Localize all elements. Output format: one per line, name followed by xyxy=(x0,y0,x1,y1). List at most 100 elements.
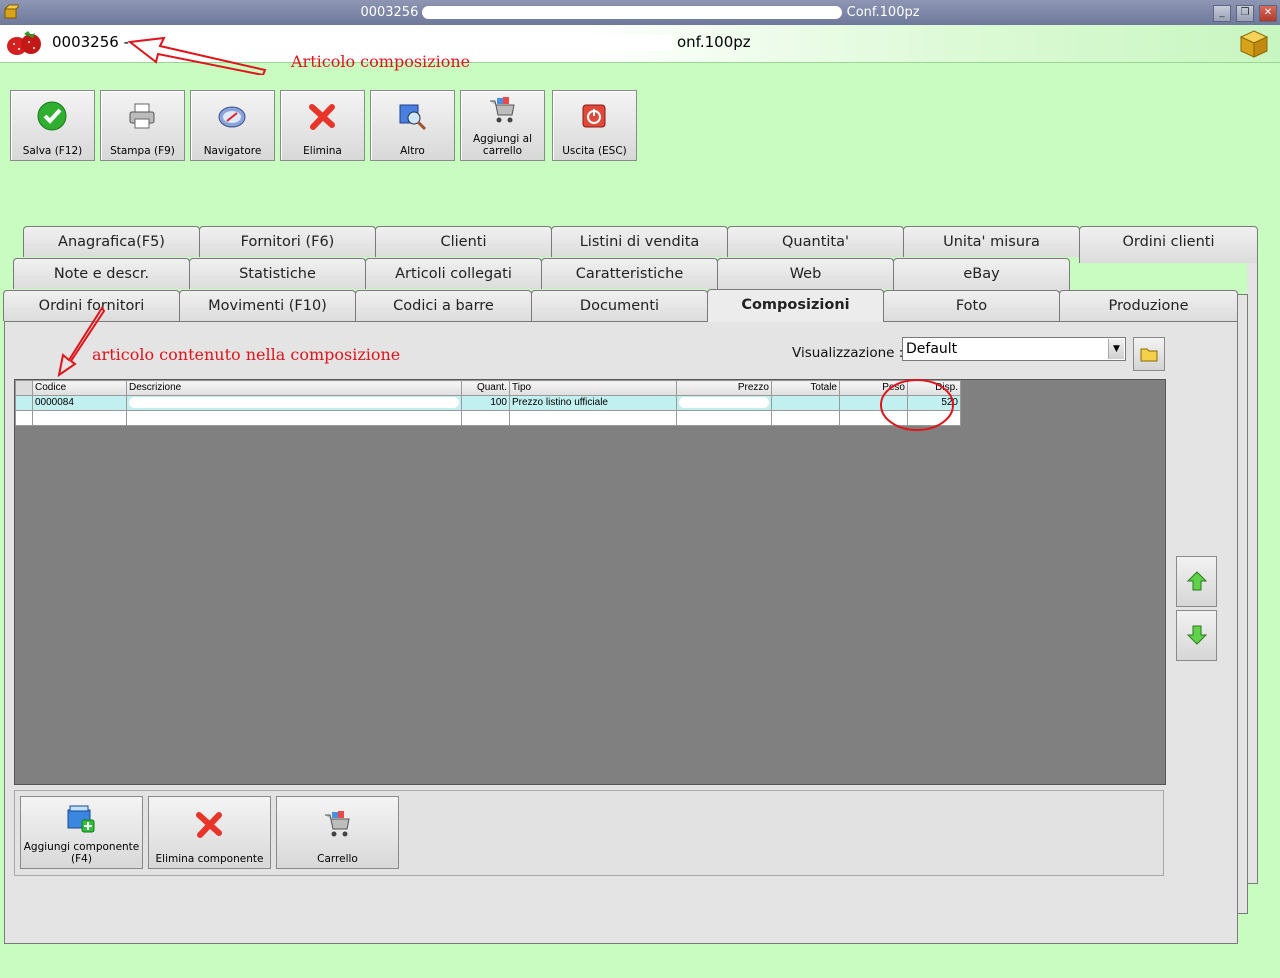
move-down-button[interactable] xyxy=(1176,610,1217,661)
navigator-label: Navigatore xyxy=(203,145,262,157)
row-header-corner xyxy=(15,380,33,396)
cell-empty[interactable] xyxy=(461,410,510,426)
composition-grid[interactable]: Codice Descrizione Quant. Tipo Prezzo To… xyxy=(14,379,1166,785)
redacted-prices xyxy=(679,396,769,408)
cart-icon xyxy=(490,97,515,123)
tab-quantita[interactable]: Quantita' xyxy=(727,226,904,257)
tab-foto[interactable]: Foto xyxy=(883,290,1060,321)
annotation-arrow-top xyxy=(127,36,267,75)
cell-empty[interactable] xyxy=(771,410,840,426)
delete-component-button[interactable]: Elimina componente xyxy=(148,796,271,869)
cell-totale[interactable] xyxy=(771,395,840,411)
minimize-button[interactable]: _ xyxy=(1213,5,1231,22)
cart-label: Carrello xyxy=(317,853,358,865)
view-label: Visualizzazione : xyxy=(792,345,904,361)
cell-prezzo[interactable] xyxy=(676,395,772,411)
add-component-button[interactable]: Aggiungi componente (F4) xyxy=(20,796,143,869)
article-suffix: onf.100pz xyxy=(677,33,751,51)
delete-component-label: Elimina componente xyxy=(155,853,264,865)
redacted-title xyxy=(422,6,843,19)
checkmark-icon xyxy=(37,101,67,131)
annotation-arrow-grid xyxy=(57,306,106,377)
tab-composizioni[interactable]: Composizioni xyxy=(707,289,884,322)
tab-codici-barre[interactable]: Codici a barre xyxy=(355,290,532,321)
tab-note-descr[interactable]: Note e descr. xyxy=(13,258,190,289)
tab-caratteristiche[interactable]: Caratteristiche xyxy=(541,258,718,289)
cell-descrizione[interactable] xyxy=(126,395,462,411)
tab-articoli-collegati[interactable]: Articoli collegati xyxy=(365,258,542,289)
exit-label: Uscita (ESC) xyxy=(562,145,627,157)
composition-table: Codice Descrizione Quant. Tipo Prezzo To… xyxy=(15,380,961,426)
add-to-cart-button[interactable]: Aggiungi al carrello xyxy=(460,90,545,161)
window-titlebar: 0003256 Conf.100pz _ ❐ ✕ xyxy=(0,0,1280,25)
arrow-up-icon xyxy=(1187,571,1207,591)
folder-button[interactable] xyxy=(1133,337,1165,371)
annotation-articolo-contenuto: articolo contenuto nella composizione xyxy=(92,345,401,364)
col-quant[interactable]: Quant. xyxy=(461,380,510,396)
restore-button[interactable]: ❐ xyxy=(1236,5,1254,22)
cell-empty[interactable] xyxy=(32,410,127,426)
annotation-circle-disp xyxy=(880,379,954,431)
arrow-down-icon xyxy=(1187,625,1207,645)
power-icon xyxy=(582,104,606,128)
table-header-row: Codice Descrizione Quant. Tipo Prezzo To… xyxy=(15,380,961,396)
tab-unita-misura[interactable]: Unita' misura xyxy=(903,226,1080,257)
cell-empty[interactable] xyxy=(509,410,677,426)
add-component-icon xyxy=(67,805,95,833)
strawberry-icon xyxy=(7,31,41,55)
panel-stack-edge xyxy=(1247,262,1258,884)
tab-web[interactable]: Web xyxy=(717,258,894,289)
print-button[interactable]: Stampa (F9) xyxy=(100,90,185,161)
col-codice[interactable]: Codice xyxy=(32,380,127,396)
redacted-description xyxy=(129,396,459,408)
cell-quant[interactable]: 100 xyxy=(461,395,510,411)
add-to-cart-label: Aggiungi al carrello xyxy=(472,133,532,157)
delete-label: Elimina xyxy=(303,145,342,157)
col-prezzo[interactable]: Prezzo xyxy=(676,380,772,396)
tab-listini-vendita[interactable]: Listini di vendita xyxy=(551,226,728,257)
close-button[interactable]: ✕ xyxy=(1259,5,1277,22)
tab-fornitori[interactable]: Fornitori (F6) xyxy=(199,226,376,257)
view-select[interactable]: Default ▼ xyxy=(902,337,1126,361)
window-title: 0003256 Conf.100pz xyxy=(360,5,920,20)
package-icon xyxy=(1239,30,1269,58)
other-button[interactable]: Altro xyxy=(370,90,455,161)
navigator-button[interactable]: Navigatore xyxy=(190,90,275,161)
col-totale[interactable]: Totale xyxy=(771,380,840,396)
save-button[interactable]: Salva (F12) xyxy=(10,90,95,161)
cell-tipo[interactable]: Prezzo listino ufficiale xyxy=(509,395,677,411)
chevron-down-icon[interactable]: ▼ xyxy=(1108,339,1124,359)
red-x-icon xyxy=(196,812,222,838)
view-selected-value: Default xyxy=(906,341,958,357)
cell-codice[interactable]: 0000084 xyxy=(32,395,127,411)
move-up-button[interactable] xyxy=(1176,556,1217,607)
row-header[interactable] xyxy=(15,395,33,411)
row-header[interactable] xyxy=(15,410,33,426)
col-tipo[interactable]: Tipo xyxy=(509,380,677,396)
cell-empty[interactable] xyxy=(126,410,462,426)
tab-movimenti[interactable]: Movimenti (F10) xyxy=(179,290,356,321)
tab-produzione[interactable]: Produzione xyxy=(1059,290,1238,321)
col-descrizione[interactable]: Descrizione xyxy=(126,380,462,396)
cart-icon xyxy=(325,811,350,837)
delete-button[interactable]: Elimina xyxy=(280,90,365,161)
print-label: Stampa (F9) xyxy=(110,145,175,157)
table-row-empty[interactable] xyxy=(15,410,961,426)
tab-anagrafica[interactable]: Anagrafica(F5) xyxy=(23,226,200,257)
cell-empty[interactable] xyxy=(676,410,772,426)
tab-ordini-clienti[interactable]: Ordini clienti xyxy=(1079,226,1258,263)
tab-clienti[interactable]: Clienti xyxy=(375,226,552,257)
other-label: Altro xyxy=(400,145,425,157)
compass-icon xyxy=(218,106,246,128)
tab-documenti[interactable]: Documenti xyxy=(531,290,708,321)
cart-button[interactable]: Carrello xyxy=(276,796,399,869)
article-code: 0003256 - xyxy=(52,33,129,51)
save-label: Salva (F12) xyxy=(22,145,83,157)
printer-icon xyxy=(129,103,155,129)
table-row[interactable]: 0000084 100 Prezzo listino ufficiale 520 xyxy=(15,395,961,411)
magnifier-icon xyxy=(399,104,427,131)
red-x-icon xyxy=(309,104,335,130)
annotation-articolo-composizione: Articolo composizione xyxy=(291,52,471,71)
exit-button[interactable]: Uscita (ESC) xyxy=(552,90,637,161)
tab-statistiche[interactable]: Statistiche xyxy=(189,258,366,289)
